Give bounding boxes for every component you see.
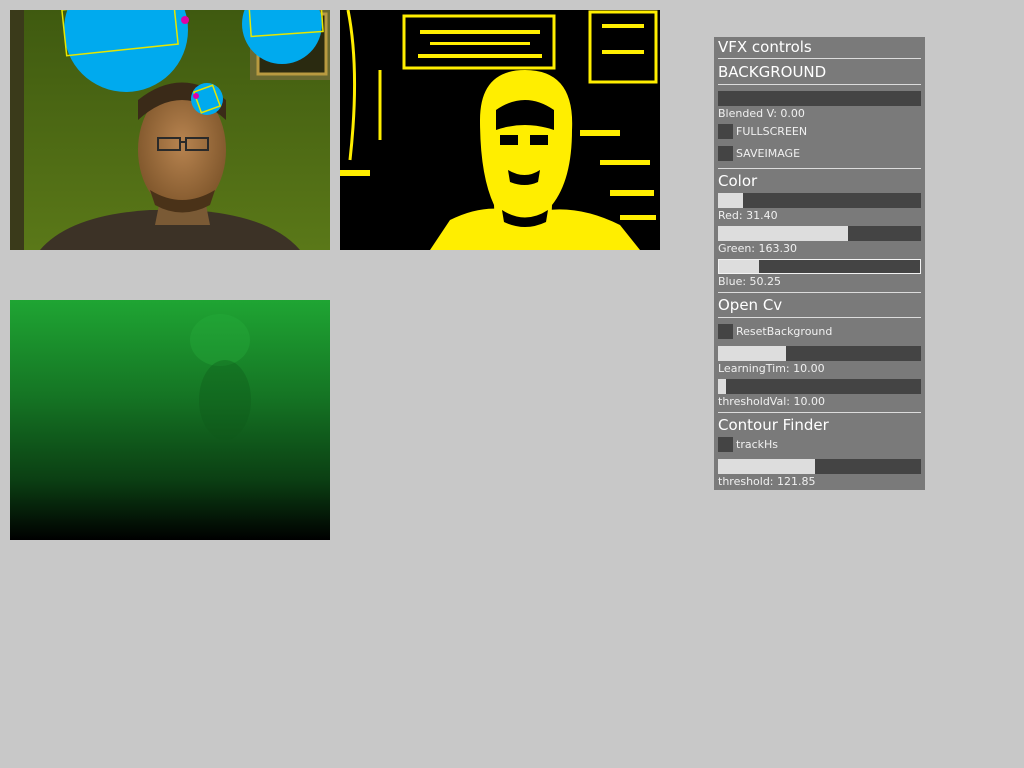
camera-view xyxy=(10,10,330,250)
divider xyxy=(718,292,921,293)
contour-threshold-label: threshold: 121.85 xyxy=(718,475,816,488)
divider xyxy=(718,168,921,169)
slider-fill xyxy=(718,346,786,361)
slider-fill xyxy=(718,193,743,208)
checkbox[interactable] xyxy=(718,324,733,339)
track-hs-label: trackHs xyxy=(736,438,778,451)
slider-fill xyxy=(718,459,815,474)
contour-threshold-slider[interactable] xyxy=(718,459,921,474)
slider-fill xyxy=(719,260,759,273)
group-header-opencv: Open Cv xyxy=(718,296,783,314)
slider-fill xyxy=(718,379,726,394)
reset-background-label: ResetBackground xyxy=(736,325,833,338)
blended-v-label: Blended V: 0.00 xyxy=(718,107,805,120)
divider xyxy=(718,412,921,413)
background-image xyxy=(10,300,330,540)
blue-slider[interactable] xyxy=(718,259,921,274)
threshold-val-label: thresholdVal: 10.00 xyxy=(718,395,825,408)
group-header-contour-finder: Contour Finder xyxy=(718,416,829,434)
red-slider[interactable] xyxy=(718,193,921,208)
blue-label: Blue: 50.25 xyxy=(718,275,782,288)
green-label: Green: 163.30 xyxy=(718,242,798,255)
group-header-background: BACKGROUND xyxy=(718,63,827,81)
panel-title: VFX controls xyxy=(718,38,812,56)
fullscreen-label: FULLSCREEN xyxy=(736,125,808,138)
group-header-color: Color xyxy=(718,172,758,190)
fullscreen-toggle[interactable]: FULLSCREEN xyxy=(718,124,921,139)
camera-image xyxy=(10,10,330,250)
vfx-controls-panel: VFX controls BACKGROUND Blended V: 0.00 … xyxy=(714,37,925,490)
threshold-image xyxy=(340,10,660,250)
divider xyxy=(718,58,921,59)
threshold-view xyxy=(340,10,660,250)
track-hs-toggle[interactable]: trackHs xyxy=(718,437,921,452)
learning-time-label: LearningTim: 10.00 xyxy=(718,362,825,375)
divider xyxy=(718,84,921,85)
threshold-val-slider[interactable] xyxy=(718,379,921,394)
checkbox[interactable] xyxy=(718,124,733,139)
green-slider[interactable] xyxy=(718,226,921,241)
checkbox[interactable] xyxy=(718,437,733,452)
divider xyxy=(718,317,921,318)
background-view xyxy=(10,300,330,540)
slider-fill xyxy=(718,226,848,241)
blended-v-slider[interactable] xyxy=(718,91,921,106)
learning-time-slider[interactable] xyxy=(718,346,921,361)
reset-background-toggle[interactable]: ResetBackground xyxy=(718,324,921,339)
checkbox[interactable] xyxy=(718,146,733,161)
saveimage-label: SAVEIMAGE xyxy=(736,147,801,160)
red-label: Red: 31.40 xyxy=(718,209,778,222)
saveimage-toggle[interactable]: SAVEIMAGE xyxy=(718,146,921,161)
